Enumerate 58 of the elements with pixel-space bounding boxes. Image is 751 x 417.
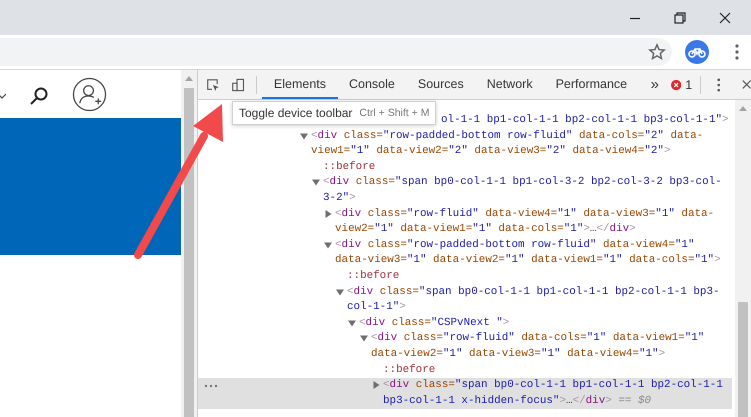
- bicycle-avatar-icon[interactable]: [685, 40, 709, 64]
- tree-row[interactable]: <div class="span bp0-col-1-1 bp1-col-1-1 bp2-col-1-1 bp3-col-1-1 x-hidden-focus">…</div> == $0: [198, 378, 732, 410]
- html-tag-text: <div class="span bp0-col-1-1 bp1-col-1-1 bp2-col-1-1 bp3-col-1-1 x-hidden-focus">…</div> == $0: [383, 379, 723, 407]
- address-field[interactable]: [0, 38, 672, 66]
- expanded-triangle-icon[interactable]: [311, 177, 321, 188]
- devtools-tab[interactable]: Sources: [406, 70, 476, 99]
- html-tag-text: <div class="row-fluid" data-cols="1" data-view1="1" data-view2="1" data-view3="1" data-view4="1">: [371, 332, 704, 360]
- page-scrollbar[interactable]: [181, 70, 197, 417]
- tree-row[interactable]: <div class="span bp0-col-1-1 bp1-col-1-1 bp2-col-1-1 bp3-col-1-1">: [198, 284, 732, 316]
- inspect-icon[interactable]: [206, 76, 220, 92]
- devtools-tab[interactable]: Console: [338, 70, 406, 99]
- restore-icon[interactable]: [674, 12, 686, 24]
- html-tag-text: <div class="row-padded-bottom row-fluid" data-cols="2" data-view1="1" data-view2="2" data-view3="2" data-view4="2">: [311, 130, 704, 158]
- html-tag-text: <div class="row-fluid" data-view4="1" data-view3="1" data-view2="1" data-view1="1" data-cols="1">…</div>: [335, 208, 714, 236]
- more-dots-icon[interactable]: [204, 384, 218, 388]
- html-tag-text: <div class="row-padded-bottom row-fluid" data-view4="1" data-view3="1" data-view2="1" data-view1="1" data-cols="1">: [335, 238, 721, 266]
- tree-row[interactable]: <div class="row-fluid" data-cols="1" data-view1="1" data-view2="1" data-view3="1" data-view4="1">: [198, 331, 732, 362]
- expanded-triangle-icon[interactable]: [323, 240, 333, 250]
- devtools-tab[interactable]: Elements: [262, 70, 338, 99]
- devtools-tab[interactable]: Network: [475, 70, 544, 99]
- pseudo-element-text: ::before: [323, 160, 376, 173]
- html-tag-text: <div class="span bp0-col-1-1 bp1-col-3-2 bp2-col-3-2 bp3-col-3-2">: [323, 176, 722, 204]
- scrollbar-thumb[interactable]: [184, 88, 194, 417]
- close-icon[interactable]: [742, 79, 751, 90]
- tree-row[interactable]: <div class="CSPvNext ">: [198, 316, 732, 332]
- html-tag-text: <div class="span bp0-col-1-1 bp1-col-1-1 bp2-col-1-1 bp3-col-1-1">: [347, 286, 720, 314]
- collapsed-triangle-icon[interactable]: [323, 208, 333, 219]
- search-icon[interactable]: [29, 86, 49, 106]
- more-tabs-button[interactable]: »: [642, 76, 667, 93]
- add-user-icon[interactable]: [72, 76, 107, 112]
- tooltip-label: Toggle device toolbar: [239, 106, 352, 120]
- tree-row[interactable]: ::before: [198, 362, 732, 378]
- tree-row[interactable]: <div class="row-fluid" data-view4="1" data-view3="1" data-view2="1" data-view1="1" data-cols="1">…</div>: [198, 206, 732, 238]
- tree-row[interactable]: ::before: [198, 160, 732, 176]
- keyboard-shortcut: Ctrl + Shift + M: [359, 107, 430, 119]
- error-count[interactable]: 1: [685, 78, 692, 92]
- html-tag-text: ol-1-1 bp1-col-1-1 bp2-col-1-1 bp3-col-1-1">: [441, 114, 729, 126]
- expanded-triangle-icon[interactable]: [335, 286, 345, 297]
- tree-row[interactable]: ::before: [198, 268, 732, 285]
- close-icon[interactable]: [719, 12, 731, 24]
- elements-scrollbar[interactable]: [735, 100, 751, 417]
- pseudo-element-text: ::before: [383, 364, 436, 376]
- device-toolbar-icon[interactable]: [230, 76, 245, 92]
- devtools-tab[interactable]: Performance: [544, 70, 639, 99]
- scrollbar-thumb[interactable]: [738, 302, 748, 417]
- pseudo-element-text: ::before: [347, 270, 400, 282]
- collapsed-triangle-icon[interactable]: [371, 380, 381, 390]
- error-icon[interactable]: [670, 78, 682, 90]
- html-tag-text: <div class="CSPvNext ">: [359, 316, 510, 329]
- expanded-triangle-icon[interactable]: [299, 130, 309, 141]
- tree-row[interactable]: <div class="row-padded-bottom row-fluid" data-cols="2" data-view1="1" data-view2="2" data-view3="2" data-view4="2">: [198, 128, 732, 160]
- expanded-triangle-icon[interactable]: [347, 318, 357, 328]
- tree-row[interactable]: <div class="span bp0-col-1-1 bp1-col-3-2 bp2-col-3-2 bp3-col-3-2">: [198, 175, 732, 207]
- tree-row[interactable]: <div class="row-padded-bottom row-fluid" data-view4="1" data-view3="1" data-view2="1" data-view1="1" data-cols="1">: [198, 238, 732, 269]
- menu-icon[interactable]: [717, 78, 721, 92]
- expanded-triangle-icon[interactable]: [359, 333, 369, 344]
- menu-icon[interactable]: [735, 44, 739, 60]
- star-icon[interactable]: [648, 43, 666, 61]
